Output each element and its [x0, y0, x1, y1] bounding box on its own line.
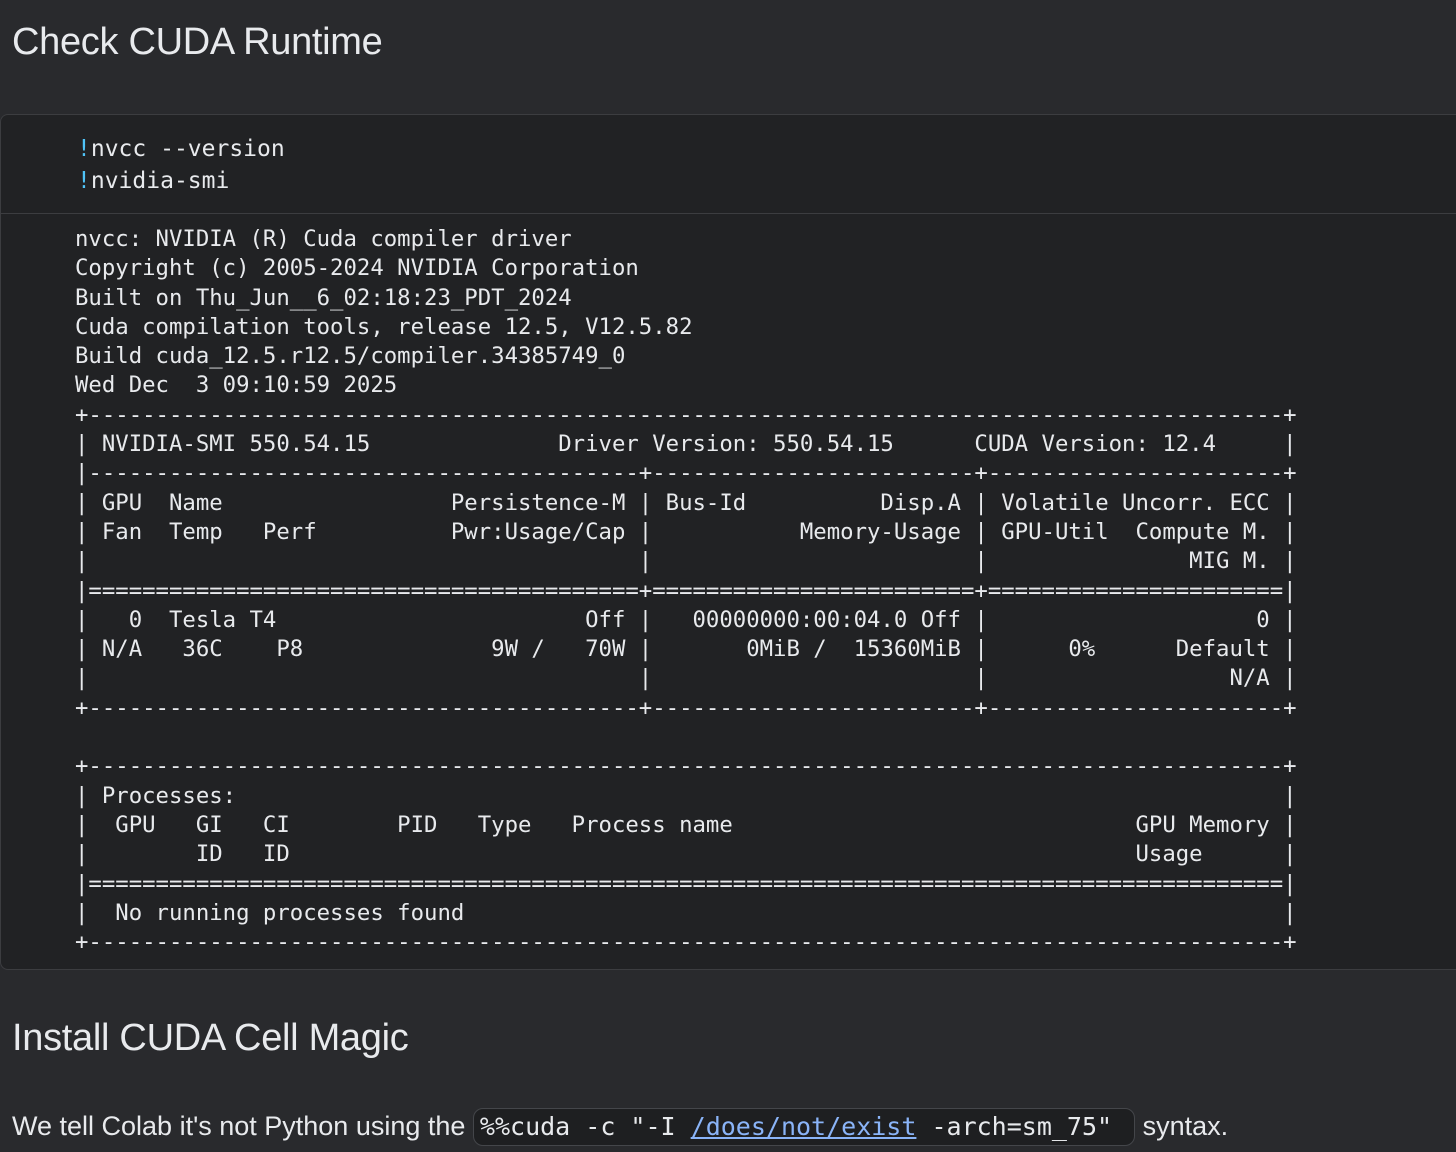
section-heading-install-cuda-cell-magic: Install CUDA Cell Magic [12, 1017, 409, 1059]
paragraph-text-before: We tell Colab it's not Python using the [12, 1111, 473, 1141]
code-line: !nvidia-smi [77, 165, 285, 197]
code-line: !nvcc --version [77, 133, 285, 165]
inline-code: %%cuda -c "-I /does/not/exist -arch=sm_7… [472, 1108, 1136, 1146]
code-text: nvidia-smi [90, 168, 230, 194]
description-paragraph: We tell Colab it's not Python using the … [12, 1106, 1228, 1146]
code-cell[interactable]: !nvcc --version !nvidia-smi nvcc: NVIDIA… [0, 114, 1456, 970]
cell-output-divider [1, 213, 1456, 214]
shell-bang: ! [77, 168, 91, 194]
inline-code-end: -arch=sm_75" [916, 1112, 1113, 1141]
code-text: nvcc --version [90, 136, 285, 162]
inline-code-link[interactable]: /does/not/exist [691, 1112, 917, 1141]
shell-bang: ! [77, 136, 91, 162]
code-editor[interactable]: !nvcc --version !nvidia-smi [77, 133, 285, 197]
paragraph-text-after: syntax. [1135, 1111, 1229, 1141]
inline-code-start: %%cuda -c "-I [479, 1112, 691, 1141]
section-heading-check-cuda-runtime: Check CUDA Runtime [12, 21, 383, 63]
cell-output: nvcc: NVIDIA (R) Cuda compiler driver Co… [75, 226, 1297, 956]
